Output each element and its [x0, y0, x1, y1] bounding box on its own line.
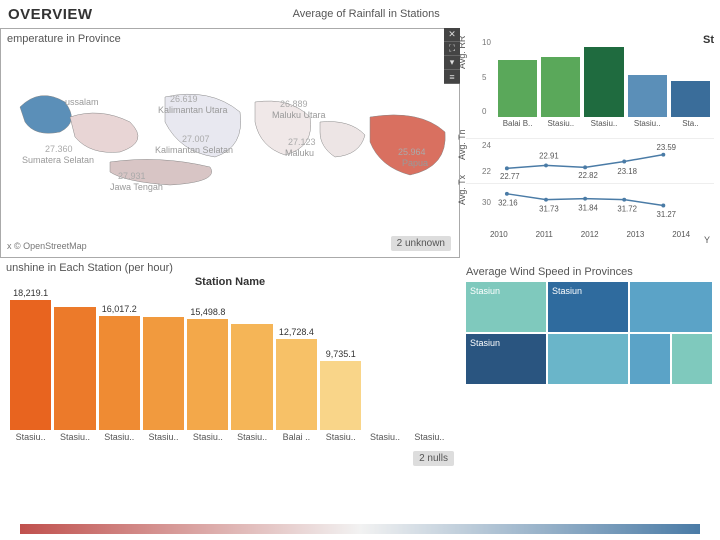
map-subtitle: emperature in Province	[7, 33, 453, 45]
station-header: St	[703, 34, 714, 46]
line-xaxis: 20102011201220132014	[466, 230, 714, 239]
sunshine-bar[interactable]: 15,498.8Stasiu..	[187, 307, 228, 442]
expand-icon[interactable]: ⛶	[444, 42, 460, 56]
treemap-cell[interactable]	[548, 334, 628, 384]
map-value: 26.619	[170, 94, 198, 104]
rainfall-bar[interactable]: Stasiu..	[628, 75, 667, 128]
sunshine-chart[interactable]: 18,219.1Stasiu..Stasiu..16,017.2Stasiu..…	[6, 292, 454, 442]
close-icon[interactable]: ✕	[444, 28, 460, 42]
page-title: OVERVIEW	[0, 6, 93, 23]
map-value: 27.931	[118, 171, 146, 181]
map-svg[interactable]: ussalam 26.619 Kalimantan Utara 26.889 M…	[7, 47, 453, 217]
rainfall-chart[interactable]: Balai B..Stasiu..Stasiu..Stasiu..Sta..	[494, 38, 714, 128]
rainfall-bar[interactable]: Stasiu..	[541, 57, 580, 128]
rainfall-bar[interactable]: Stasiu..	[584, 47, 623, 128]
wind-title: Average Wind Speed in Provinces	[466, 266, 714, 278]
svg-text:31.72: 31.72	[617, 204, 637, 213]
svg-text:31.84: 31.84	[578, 203, 598, 212]
map-label: Maluku Utara	[272, 110, 326, 120]
sunshine-bar[interactable]: 9,735.1Stasiu..	[320, 349, 361, 442]
rainfall-bar[interactable]: Sta..	[671, 81, 710, 128]
tx-ylabel: Avg. Tx	[457, 175, 467, 205]
tn-ylabel: Avg. Tn	[457, 129, 467, 160]
svg-text:22.82: 22.82	[578, 171, 598, 180]
treemap-cell[interactable]	[630, 334, 670, 384]
sunshine-bar[interactable]: 18,219.1Stasiu..	[10, 288, 51, 442]
treemap-cell[interactable]: Stasiun	[548, 282, 628, 332]
svg-text:23.59: 23.59	[656, 143, 676, 152]
svg-text:23.18: 23.18	[617, 167, 637, 176]
sunshine-bar[interactable]: Stasiu..	[231, 322, 272, 442]
sunshine-subtitle: unshine in Each Station (per hour)	[6, 262, 454, 274]
rainfall-ticks: 1050	[482, 38, 491, 116]
svg-text:32.16: 32.16	[498, 199, 518, 208]
treemap-cell[interactable]: Stasiun	[466, 282, 546, 332]
map-label: Maluku	[285, 148, 314, 158]
sunshine-axis-title: Station Name	[6, 276, 454, 288]
treemap-cell[interactable]	[630, 282, 712, 332]
map-label: Sumatera Selatan	[22, 155, 94, 165]
wind-panel: Average Wind Speed in Provinces Stasiun …	[460, 258, 720, 488]
right-top-panel: St Avg. RR 1050 Balai B..Stasiu..Stasiu.…	[460, 28, 720, 258]
nulls-badge[interactable]: 2 nulls	[413, 451, 454, 466]
sunshine-bar[interactable]: Stasiu..	[364, 428, 405, 442]
map-label: Papua	[402, 158, 428, 168]
treemap-cell[interactable]: Stasiun	[466, 334, 546, 384]
year-caption: Y	[704, 235, 710, 245]
line-charts[interactable]: Avg. Tn 24 22 22.7722.9122.8223.1823.59 …	[466, 138, 714, 243]
svg-text:22.77: 22.77	[500, 172, 520, 181]
map-toolbar: ✕ ⛶ ▾ ≡	[444, 28, 460, 84]
sunshine-bar[interactable]: 12,728.4Balai ..	[276, 327, 317, 442]
wind-treemap[interactable]: Stasiun Stasiun Stasiun	[466, 282, 714, 384]
map-label: Kalimantan Selatan	[155, 145, 233, 155]
svg-text:31.73: 31.73	[539, 204, 559, 213]
sunshine-bar[interactable]: Stasiu..	[143, 315, 184, 442]
map-label: Kalimantan Utara	[158, 105, 228, 115]
sunshine-bar[interactable]: Stasiu..	[409, 428, 450, 442]
map-value: 27.123	[288, 137, 316, 147]
more-icon[interactable]: ≡	[444, 70, 460, 84]
rainfall-title: Average of Rainfall in Stations	[293, 8, 440, 20]
svg-text:31.27: 31.27	[656, 210, 676, 219]
map-label: ussalam	[65, 97, 99, 107]
sunshine-bar[interactable]: 16,017.2Stasiu..	[99, 304, 140, 442]
filter-icon[interactable]: ▾	[444, 56, 460, 70]
svg-text:22.91: 22.91	[539, 152, 559, 161]
map-value: 26.889	[280, 99, 308, 109]
map-value: 27.360	[45, 144, 73, 154]
treemap-cell[interactable]	[672, 334, 712, 384]
map-attribution: x © OpenStreetMap	[7, 241, 87, 251]
sunshine-bar[interactable]: Stasiu..	[54, 305, 95, 442]
map-value: 27.007	[182, 134, 210, 144]
rainfall-bar[interactable]: Balai B..	[498, 60, 537, 128]
color-legend[interactable]	[20, 524, 700, 534]
unknown-badge[interactable]: 2 unknown	[391, 236, 451, 251]
sunshine-panel: unshine in Each Station (per hour) Stati…	[0, 258, 460, 488]
map-label: Jawa Tengah	[110, 182, 163, 192]
map-value: 25.964	[398, 147, 426, 157]
map-panel[interactable]: emperature in Province ✕ ⛶ ▾ ≡ ussalam 2…	[0, 28, 460, 258]
